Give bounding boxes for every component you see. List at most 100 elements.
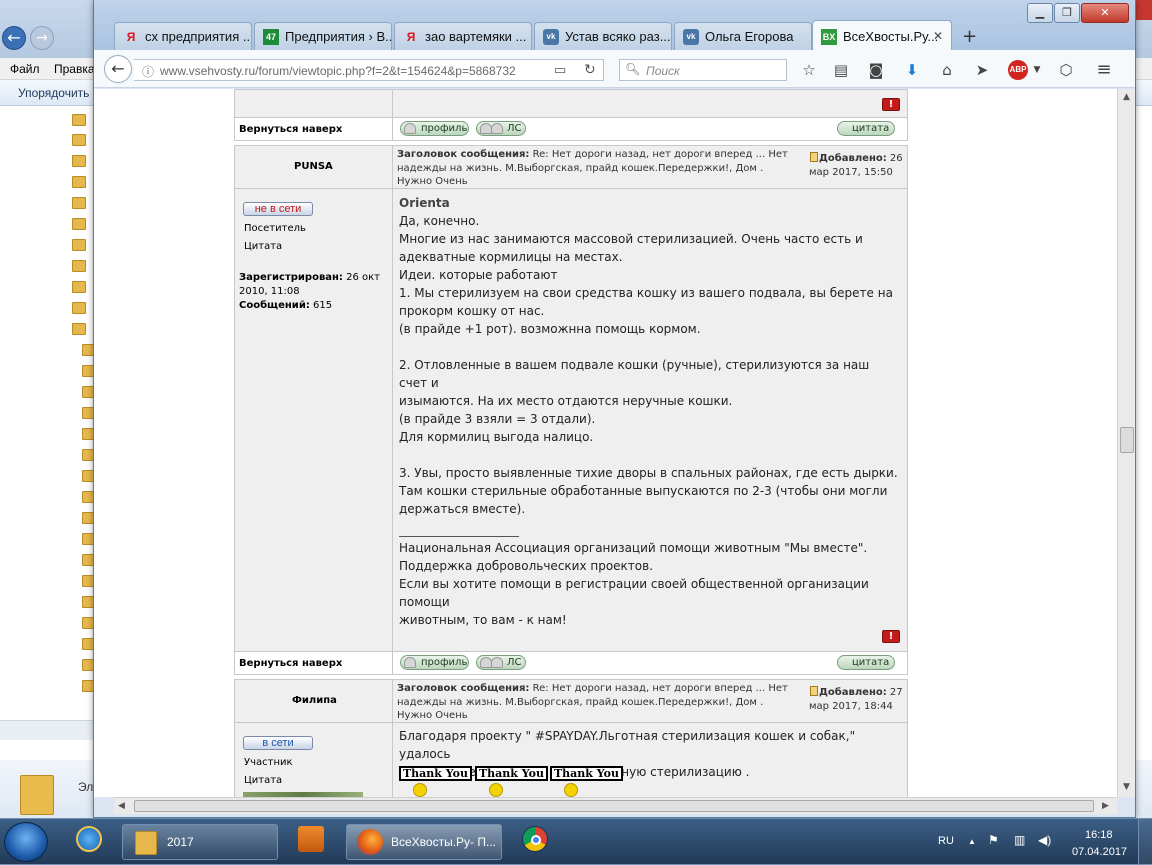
- posts-label: Сообщений:: [239, 300, 310, 311]
- adblock-icon[interactable]: ABP: [1008, 60, 1028, 80]
- pocket-icon[interactable]: ◙: [866, 60, 886, 80]
- vertical-scrollbar[interactable]: ▲ ▼: [1117, 89, 1135, 797]
- clock-date[interactable]: 07.04.2017: [1072, 846, 1127, 858]
- tab-1[interactable]: Я сх предприятия ...: [114, 22, 252, 50]
- url-bar[interactable]: ⓘ www.vsehvosty.ru/forum/viewtopic.php?f…: [134, 59, 604, 81]
- horizontal-scroll-thumb[interactable]: [134, 800, 1094, 812]
- post-buttons-row: профиль ЛС цитата: [392, 651, 908, 675]
- folder-icon[interactable]: [72, 114, 86, 126]
- back-to-top-link[interactable]: Вернуться наверх: [239, 124, 342, 135]
- post-author[interactable]: PUNSA: [294, 161, 333, 172]
- tab-label: Ольга Егорова: [705, 29, 794, 44]
- download-icon[interactable]: ⬇: [902, 60, 922, 80]
- quote-link[interactable]: Цитата: [244, 241, 282, 252]
- folder-icon[interactable]: [72, 281, 86, 293]
- tab-label: Устав всяко раз...: [565, 29, 671, 44]
- page-viewport: ! Вернуться наверх профиль ЛС цитата PUN…: [94, 89, 1117, 797]
- quote-link[interactable]: Цитата: [244, 775, 282, 786]
- explorer-menu-file[interactable]: Файл: [10, 62, 40, 76]
- back-to-top-cell: Вернуться наверх: [234, 651, 393, 675]
- folder-icon[interactable]: [72, 302, 86, 314]
- reload-icon[interactable]: ↻: [584, 61, 596, 78]
- bookmarks-menu-icon[interactable]: ▤: [831, 60, 851, 80]
- close-window-button[interactable]: ✕: [1081, 3, 1129, 23]
- folder-icon[interactable]: [72, 218, 86, 230]
- explorer-menu-edit[interactable]: Правка: [54, 62, 95, 76]
- search-input[interactable]: 🔍︎ Поиск: [619, 59, 787, 81]
- explorer-back-button[interactable]: ←: [2, 26, 26, 50]
- post-author[interactable]: Филипа: [292, 695, 337, 706]
- clock-time[interactable]: 16:18: [1085, 829, 1113, 841]
- taskbar: 2017 ВсеХвосты.Ру- П... RU ▲ ⚑ ▥ ◀) 16:1…: [0, 818, 1152, 865]
- thank-you-sign: Thank You: [550, 766, 623, 781]
- tab-active[interactable]: BX ВсеХвосты.Ру... ✕: [812, 20, 952, 50]
- new-tab-button[interactable]: +: [962, 26, 977, 47]
- scroll-right-icon[interactable]: ▶: [1102, 801, 1109, 811]
- pm-button[interactable]: ЛС: [476, 655, 526, 670]
- bookmark-star-icon[interactable]: ☆: [799, 60, 819, 80]
- profile-button[interactable]: профиль: [400, 121, 469, 136]
- flag-icon[interactable]: ⚑: [988, 833, 999, 847]
- back-to-top-link[interactable]: Вернуться наверх: [239, 658, 342, 669]
- pm-button[interactable]: ЛС: [476, 121, 526, 136]
- start-button[interactable]: [4, 822, 48, 862]
- tab-3[interactable]: Я зао вартемяки ...: [394, 22, 532, 50]
- post-header-cell: Заголовок сообщения: Re: Нет дороги наза…: [392, 679, 908, 723]
- chevron-down-icon[interactable]: ▼: [1027, 60, 1047, 80]
- quote-button[interactable]: цитата: [837, 121, 895, 136]
- search-icon: 🔍︎: [625, 62, 641, 76]
- media-player-icon[interactable]: [298, 826, 324, 852]
- reader-view-icon[interactable]: ▭: [554, 62, 566, 78]
- folder-icon[interactable]: [72, 260, 86, 272]
- taskbar-explorer-button[interactable]: 2017: [122, 824, 278, 860]
- close-tab-icon[interactable]: ✕: [933, 29, 943, 43]
- tab-4[interactable]: vk Устав всяко раз...: [534, 22, 672, 50]
- added-label: Добавлено:: [819, 153, 887, 164]
- profile-button[interactable]: профиль: [400, 655, 469, 670]
- scroll-left-icon[interactable]: ◀: [118, 801, 125, 811]
- organize-button[interactable]: Упорядочить: [18, 86, 89, 100]
- post-date: Добавлено: 26 мар 2017, 15:50: [809, 152, 907, 180]
- report-icon[interactable]: !: [882, 630, 900, 643]
- send-icon[interactable]: ➤: [972, 60, 992, 80]
- ie-icon[interactable]: [76, 826, 102, 852]
- extension-icon[interactable]: ⬡: [1056, 60, 1076, 80]
- tab-2[interactable]: 47 Предприятия › В...: [254, 22, 392, 50]
- tab-5[interactable]: vk Ольга Егорова: [674, 22, 812, 50]
- folder-icon[interactable]: [72, 155, 86, 167]
- minimize-button[interactable]: ▁: [1027, 3, 1053, 23]
- show-desktop-button[interactable]: [1138, 819, 1152, 865]
- taskbar-item-label: ВсеХвосты.Ру- П...: [391, 835, 497, 849]
- restore-button[interactable]: ❐: [1054, 3, 1080, 23]
- smiley-icon: [489, 783, 503, 797]
- quote-author: Orienta: [399, 196, 450, 210]
- explorer-status-text: Эл: [78, 780, 94, 794]
- horizontal-scrollbar[interactable]: ◀ ▶: [114, 797, 1117, 814]
- language-indicator[interactable]: RU: [938, 835, 954, 847]
- scroll-up-icon[interactable]: ▲: [1123, 92, 1130, 102]
- online-status-badge: в сети: [243, 736, 313, 750]
- thank-you-sign: Thank You: [399, 766, 472, 781]
- folder-icon[interactable]: [72, 176, 86, 188]
- explorer-pane-splitter[interactable]: [0, 720, 100, 740]
- report-icon[interactable]: !: [882, 98, 900, 111]
- taskbar-firefox-button[interactable]: ВсеХвосты.Ру- П...: [346, 824, 502, 860]
- quote-button[interactable]: цитата: [837, 655, 895, 670]
- info-icon[interactable]: ⓘ: [142, 63, 154, 80]
- folder-icon[interactable]: [72, 134, 86, 146]
- tray-expand-icon[interactable]: ▲: [968, 837, 976, 846]
- folder-icon[interactable]: [72, 323, 86, 335]
- hamburger-menu-icon[interactable]: ≡: [1094, 60, 1114, 80]
- subject-label: Заголовок сообщения:: [397, 149, 530, 160]
- volume-icon[interactable]: ◀): [1038, 833, 1051, 847]
- chrome-icon[interactable]: [522, 826, 548, 852]
- home-icon[interactable]: ⌂: [937, 60, 957, 80]
- network-icon[interactable]: ▥: [1014, 833, 1025, 847]
- folder-icon[interactable]: [72, 239, 86, 251]
- posts-count-value: 615: [313, 300, 333, 311]
- vertical-scroll-thumb[interactable]: [1120, 427, 1134, 453]
- back-button[interactable]: ←: [104, 55, 132, 83]
- explorer-forward-button[interactable]: →: [30, 26, 54, 50]
- scroll-down-icon[interactable]: ▼: [1123, 782, 1130, 792]
- folder-icon[interactable]: [72, 197, 86, 209]
